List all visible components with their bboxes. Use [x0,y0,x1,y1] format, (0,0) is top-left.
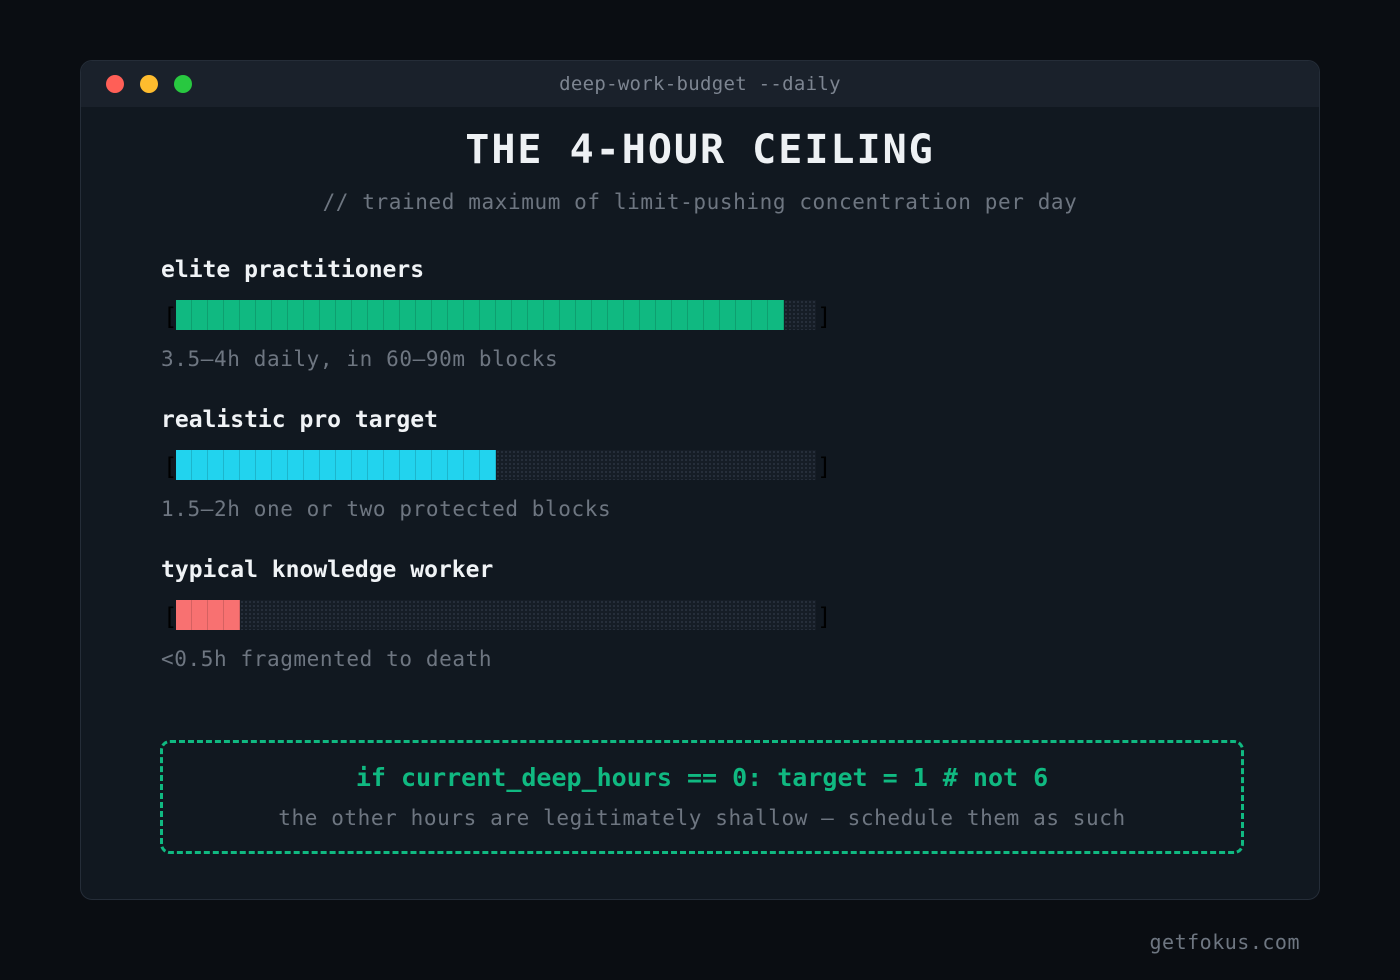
right-bracket: ] [817,603,832,631]
footer-brand: getfokus.com [1149,930,1300,954]
progress-fill [176,300,784,330]
page-title: THE 4-HOUR CEILING [465,127,935,173]
right-bracket: ] [817,453,832,481]
progress-track [176,300,816,330]
callout-note: the other hours are legitimately shallow… [278,806,1126,830]
progress-fill [176,600,240,630]
metric-note: 1.5–2h one or two protected blocks [161,497,612,521]
metric-note: 3.5–4h daily, in 60–90m blocks [161,347,559,371]
callout-code: if current_deep_hours == 0: target = 1 #… [355,763,1049,792]
callout-box: if current_deep_hours == 0: target = 1 #… [160,740,1244,854]
progress-track [176,600,816,630]
terminal-window: deep-work-budget --daily THE 4-HOUR CEIL… [80,60,1320,900]
window-titlebar: deep-work-budget --daily [81,61,1319,107]
metric-note: <0.5h fragmented to death [161,647,493,671]
metric-label: elite practitioners [161,257,425,283]
window-title: deep-work-budget --daily [559,73,841,95]
progress-track [176,450,816,480]
metric-label: realistic pro target [161,407,438,433]
page-subtitle: // trained maximum of limit-pushing conc… [322,190,1078,214]
metric-label: typical knowledge worker [161,557,494,583]
progress-fill [176,450,496,480]
right-bracket: ] [817,303,832,331]
